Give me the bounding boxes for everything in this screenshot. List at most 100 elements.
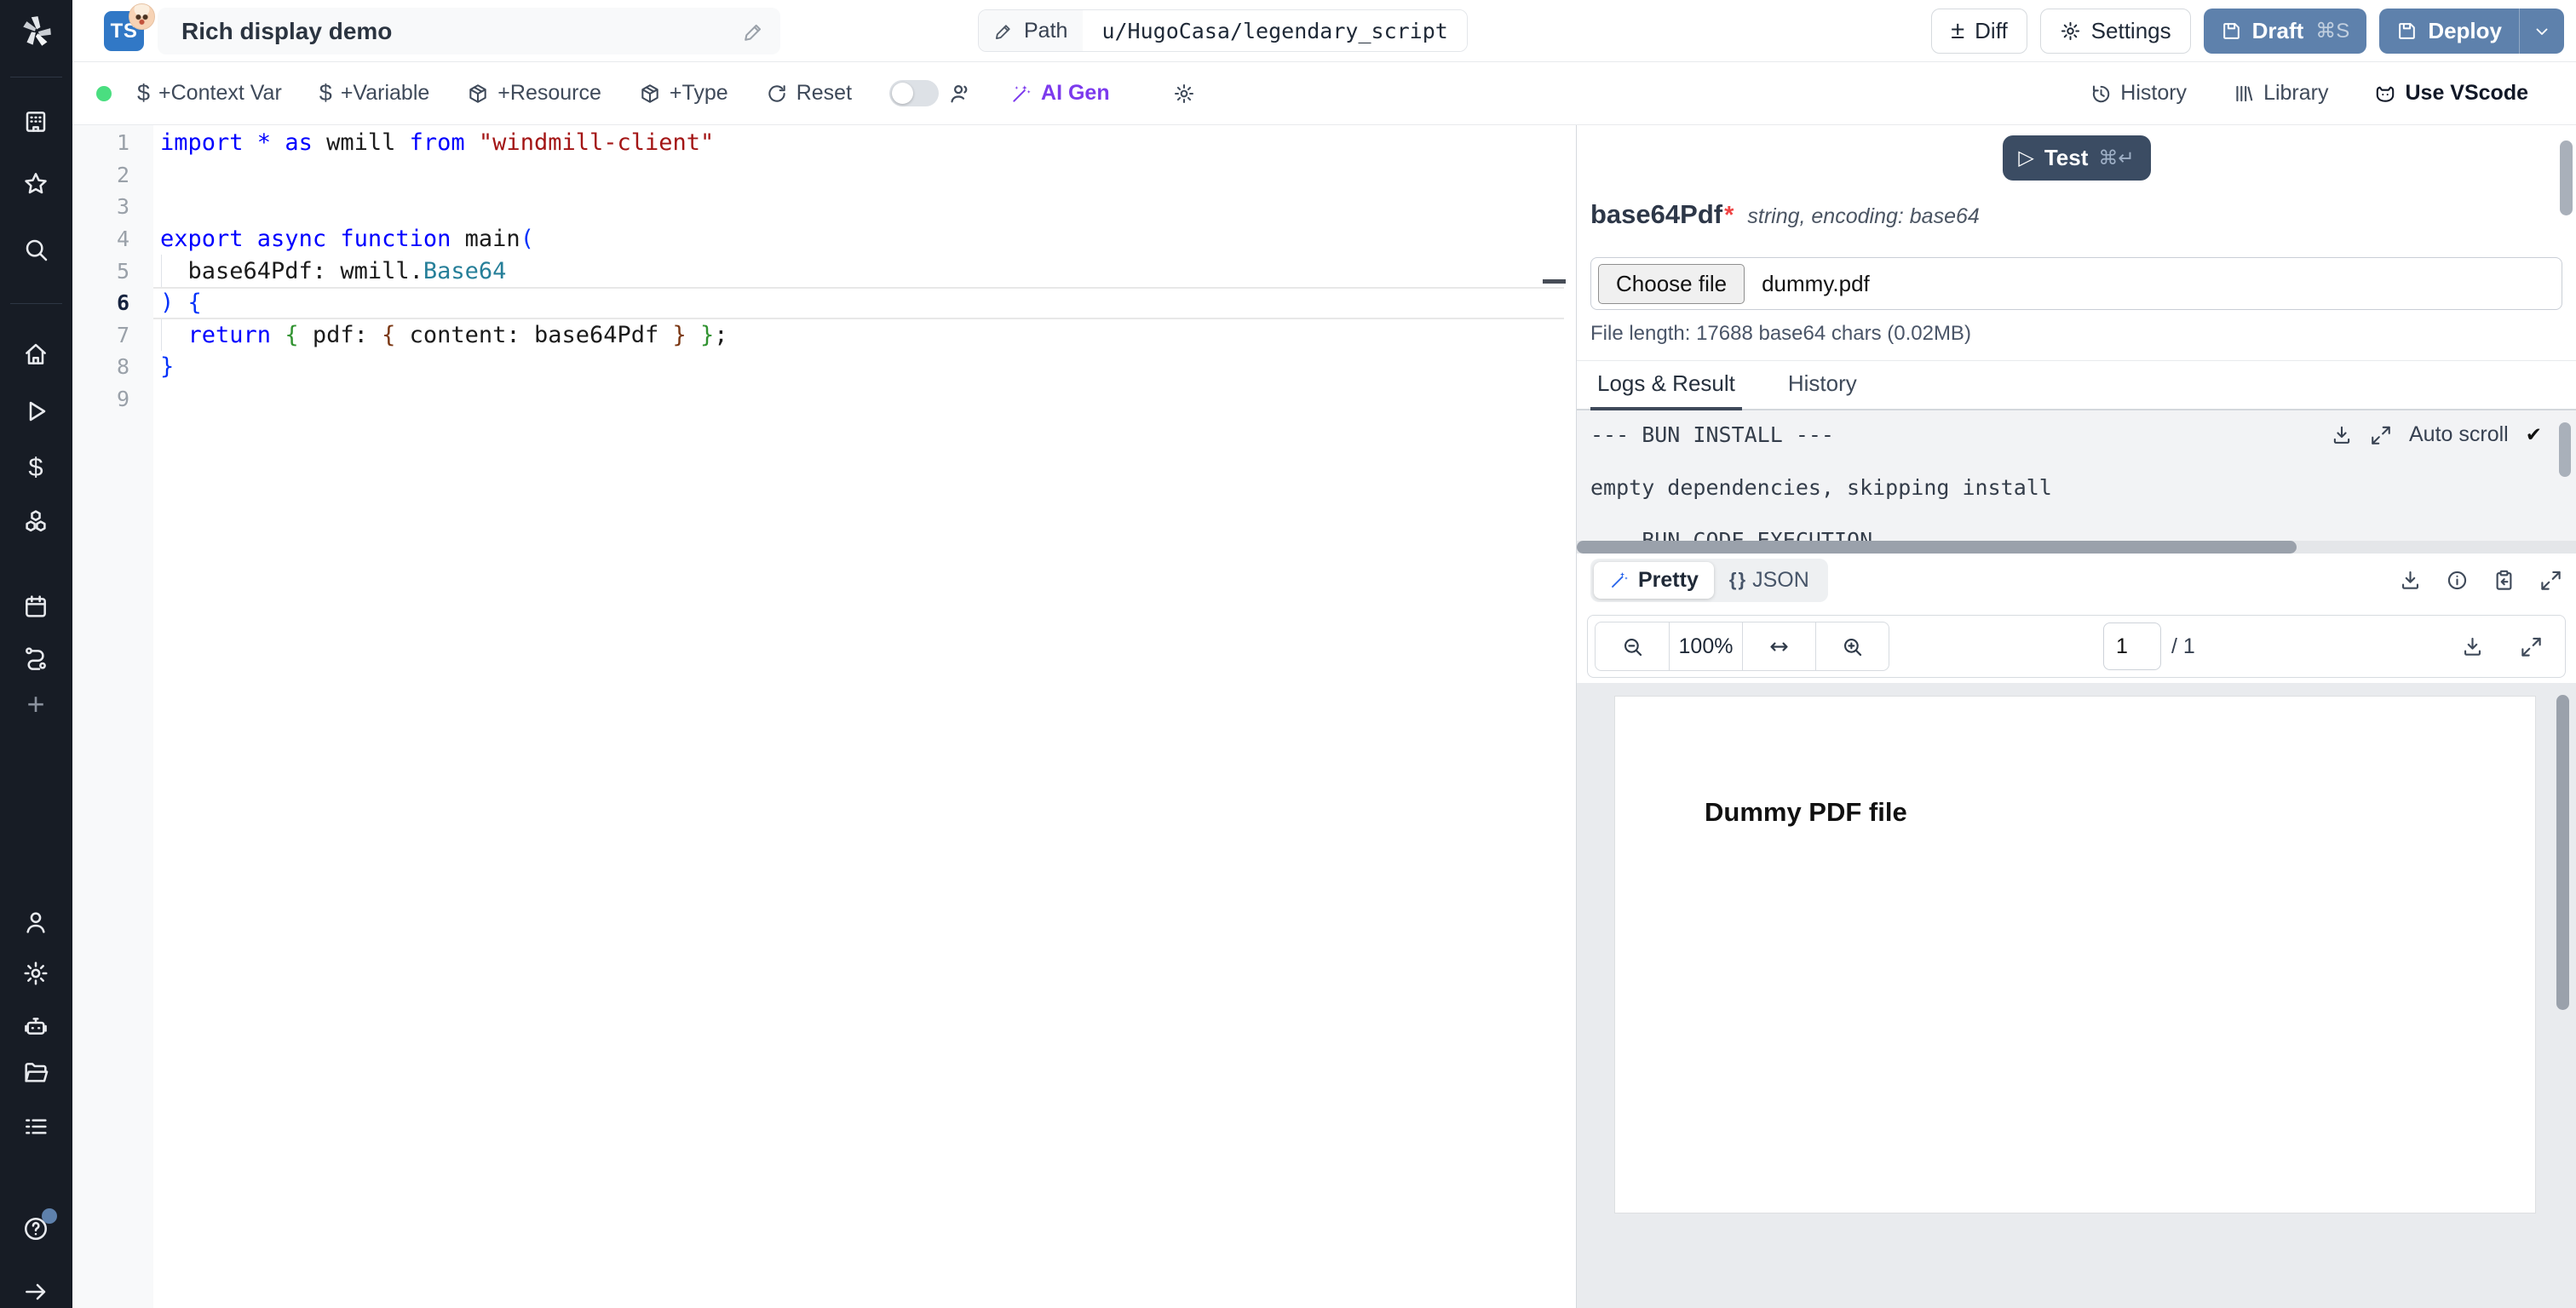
- editor-settings-button[interactable]: [1173, 83, 1195, 105]
- code-line[interactable]: 8}: [72, 351, 1576, 383]
- autoscroll-label[interactable]: Auto scroll: [2409, 422, 2509, 447]
- multiplayer-toggle[interactable]: [889, 80, 940, 106]
- tab-logs-result[interactable]: Logs & Result: [1590, 370, 1742, 410]
- code-line[interactable]: 5 base64Pdf: wmill. Base64: [72, 255, 1576, 287]
- code-line[interactable]: 1 import * as wmill from "windmill-client…: [72, 127, 1576, 159]
- toggle-knob: [892, 83, 914, 104]
- pretty-view-button[interactable]: Pretty: [1594, 561, 1714, 599]
- add-resource-label: +Resource: [497, 81, 601, 105]
- field-header: base64Pdf * string, encoding: base64: [1590, 199, 2562, 230]
- settings-button[interactable]: Settings: [2039, 9, 2191, 54]
- result-view-switch: Pretty { } JSON: [1590, 558, 1828, 602]
- user-icon[interactable]: [21, 908, 50, 937]
- code-line[interactable]: 9: [72, 383, 1576, 416]
- tab-history[interactable]: History: [1781, 370, 1864, 409]
- language-badge: TS: [104, 3, 155, 51]
- deploy-button[interactable]: Deploy: [2379, 9, 2519, 54]
- add-type-label: +Type: [669, 81, 728, 105]
- run-panel: ▷ Test ⌘↵ base64Pdf * string, encoding: …: [1576, 125, 2576, 1308]
- magic-wand-icon: [1013, 84, 1031, 102]
- file-input[interactable]: Choose file dummy.pdf: [1590, 257, 2562, 310]
- deploy-label: Deploy: [2428, 18, 2502, 43]
- workers-robot-icon[interactable]: [21, 1012, 50, 1041]
- history-button[interactable]: History: [2090, 81, 2187, 106]
- schedules-calendar-icon[interactable]: [21, 592, 50, 621]
- script-title: Rich display demo: [181, 17, 393, 44]
- scrollbar-thumb[interactable]: [2556, 695, 2569, 1010]
- library-button[interactable]: Library: [2233, 81, 2328, 106]
- script-title-chip[interactable]: Rich display demo: [158, 8, 780, 54]
- code-line[interactable]: 4 export async function main(: [72, 223, 1576, 255]
- scrollbar-thumb[interactable]: [1577, 541, 2297, 554]
- expand-logs-icon[interactable]: [2370, 424, 2392, 446]
- code-line[interactable]: 2: [72, 159, 1576, 192]
- download-logs-icon[interactable]: [2331, 424, 2353, 446]
- expand-result-icon[interactable]: [2539, 569, 2562, 592]
- flows-route-icon[interactable]: [21, 644, 50, 673]
- windmill-logo[interactable]: [18, 12, 55, 49]
- home-icon[interactable]: [21, 340, 50, 369]
- test-button[interactable]: ▷ Test ⌘↵: [2002, 135, 2151, 181]
- use-vscode-button[interactable]: Use VScode: [2374, 81, 2528, 106]
- horizontal-scrollbar[interactable]: [1577, 541, 2576, 554]
- audit-list-icon[interactable]: [21, 1112, 50, 1141]
- scrollbar-thumb[interactable]: [2560, 141, 2573, 215]
- scrollbar-thumb[interactable]: [2559, 422, 2571, 477]
- copy-clipboard-icon[interactable]: [2493, 569, 2516, 592]
- add-variable-label: +Variable: [340, 81, 430, 105]
- ai-gen-label: AI Gen: [1041, 81, 1110, 105]
- add-context-var-button[interactable]: $ +Context Var: [137, 80, 282, 106]
- line-number: 7: [116, 322, 129, 347]
- help-icon[interactable]: [21, 1208, 57, 1243]
- download-result-icon[interactable]: [2399, 569, 2422, 592]
- add-variable-button[interactable]: $ +Variable: [319, 80, 430, 106]
- pdf-viewer[interactable]: Dummy PDF file: [1577, 683, 2576, 1308]
- code-line[interactable]: 7 return { pdf: { content: base64Pdf } }…: [72, 318, 1576, 352]
- code-editor[interactable]: 1 import * as wmill from "windmill-client…: [72, 125, 1576, 1308]
- resources-cubes-icon[interactable]: [21, 508, 50, 536]
- zoom-in-icon: [1843, 638, 1862, 656]
- add-plus-icon[interactable]: +: [21, 686, 50, 721]
- info-icon[interactable]: [2446, 569, 2469, 592]
- deploy-button-group: Deploy: [2379, 9, 2564, 54]
- settings-gear-icon: [2061, 21, 2079, 41]
- collapse-arrow-icon[interactable]: [21, 1277, 50, 1306]
- code-lines: 1 import * as wmill from "windmill-client…: [72, 127, 1576, 415]
- logs-pane[interactable]: --- BUN INSTALL --- empty dependencies, s…: [1577, 410, 2576, 554]
- line-number: 4: [116, 227, 129, 252]
- code-line[interactable]: 6) {: [72, 286, 1576, 319]
- add-resource-button[interactable]: +Resource: [467, 81, 601, 106]
- apps-building-icon[interactable]: [21, 107, 50, 136]
- draft-button[interactable]: Draft ⌘S: [2203, 9, 2367, 54]
- overview-ruler-cursor: [1543, 279, 1566, 284]
- ai-gen-button[interactable]: AI Gen: [1010, 81, 1110, 106]
- edit-title-pencil-icon[interactable]: [743, 20, 765, 43]
- settings-gear-icon[interactable]: [21, 959, 50, 988]
- download-pdf-icon[interactable]: [2461, 635, 2484, 658]
- zoom-out-button[interactable]: [1596, 622, 1669, 670]
- search-icon[interactable]: [21, 235, 50, 264]
- field-name: base64Pdf: [1590, 199, 1723, 229]
- diff-button[interactable]: ± Diff: [1931, 9, 2027, 54]
- fullscreen-pdf-icon[interactable]: [2520, 635, 2543, 658]
- variables-dollar-icon[interactable]: $: [21, 452, 50, 482]
- reset-button[interactable]: Reset: [766, 81, 852, 106]
- page-number-input[interactable]: [2103, 622, 2161, 670]
- fit-width-button[interactable]: [1742, 622, 1815, 670]
- path-chip[interactable]: Path u/HugoCasa/legendary_script: [978, 9, 1468, 52]
- deploy-dropdown-button[interactable]: [2519, 9, 2564, 54]
- draft-shortcut: ⌘S: [2315, 20, 2350, 43]
- history-label: History: [2120, 81, 2188, 105]
- favorites-star-icon[interactable]: [21, 169, 50, 198]
- line-number: 8: [116, 354, 129, 380]
- folders-icon[interactable]: [21, 1058, 50, 1087]
- json-view-button[interactable]: { } JSON: [1714, 562, 1825, 599]
- toolbar-right: History Library Use VScode: [2090, 81, 2576, 106]
- add-context-var-label: +Context Var: [158, 81, 282, 105]
- add-type-button[interactable]: +Type: [639, 81, 728, 106]
- code-line[interactable]: 3: [72, 191, 1576, 223]
- zoom-in-button[interactable]: [1815, 622, 1889, 670]
- save-icon: [2222, 23, 2240, 39]
- choose-file-button[interactable]: Choose file: [1598, 263, 1745, 304]
- runs-play-icon[interactable]: [21, 397, 50, 426]
